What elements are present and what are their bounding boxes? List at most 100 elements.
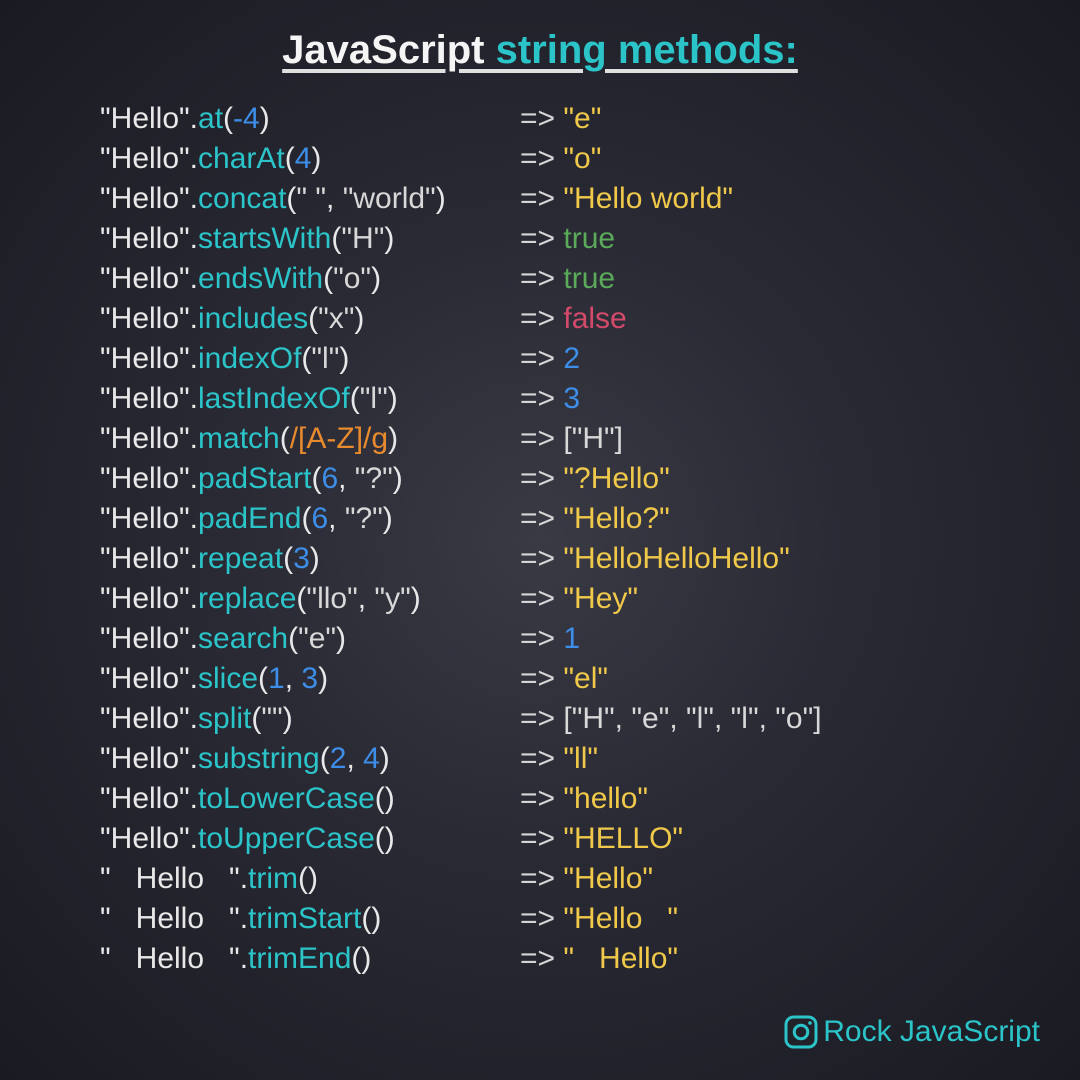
method-name: startsWith <box>198 222 331 255</box>
paren-close: ) <box>383 502 393 535</box>
comma: , <box>285 662 302 695</box>
arg: 3 <box>301 662 318 695</box>
method-name: padEnd <box>198 502 301 535</box>
dot: . <box>190 262 198 295</box>
dot: . <box>190 302 198 335</box>
paren-open: ( <box>283 542 293 575</box>
code-lhs: " Hello ".trimEnd() <box>100 939 520 979</box>
dot: . <box>190 782 198 815</box>
paren-open: ( <box>320 742 330 775</box>
arrow: => <box>520 899 563 939</box>
arg: 3 <box>293 542 310 575</box>
dot: . <box>190 502 198 535</box>
result: "Hello" <box>563 859 653 899</box>
code-row: "Hello".replace("llo", "y")=> "Hey" <box>100 579 1080 619</box>
base-string: "Hello" <box>100 382 190 415</box>
dot: . <box>190 102 198 135</box>
code-lhs: "Hello".startsWith("H") <box>100 219 520 259</box>
arrow: => <box>520 179 563 219</box>
code-row: " Hello ".trimEnd()=> " Hello" <box>100 939 1080 979</box>
arg: " " <box>296 182 326 215</box>
result: "e" <box>563 99 601 139</box>
base-string: "Hello" <box>100 742 190 775</box>
comma: , <box>326 182 343 215</box>
arrow: => <box>520 739 563 779</box>
base-string: "Hello" <box>100 142 190 175</box>
arrow: => <box>520 939 563 979</box>
arg: 1 <box>268 662 285 695</box>
code-row: "Hello".endsWith("o")=> true <box>100 259 1080 299</box>
method-name: split <box>198 702 251 735</box>
arrow: => <box>520 659 563 699</box>
footer-text: Rock JavaScript <box>823 1015 1040 1049</box>
paren-open: ( <box>311 462 321 495</box>
paren-close: ) <box>260 102 270 135</box>
dot: . <box>190 622 198 655</box>
paren-close: ) <box>371 902 381 935</box>
paren-close: ) <box>311 142 321 175</box>
code-lhs: "Hello".toLowerCase() <box>100 779 520 819</box>
arg: "y" <box>374 582 410 615</box>
paren-close: ) <box>385 822 395 855</box>
arrow: => <box>520 859 563 899</box>
code-lhs: "Hello".endsWith("o") <box>100 259 520 299</box>
method-name: charAt <box>198 142 285 175</box>
method-name: match <box>198 422 280 455</box>
code-row: "Hello".at(-4)=> "e" <box>100 99 1080 139</box>
paren-open: ( <box>351 942 361 975</box>
base-string: "Hello" <box>100 262 190 295</box>
paren-open: ( <box>350 382 360 415</box>
arg: 6 <box>311 502 328 535</box>
paren-close: ) <box>308 862 318 895</box>
base-string: "Hello" <box>100 702 190 735</box>
paren-open: ( <box>285 142 295 175</box>
arg: "" <box>261 702 282 735</box>
arrow: => <box>520 699 563 739</box>
result: "?Hello" <box>563 459 669 499</box>
paren-open: ( <box>286 182 296 215</box>
result: "Hello?" <box>563 499 669 539</box>
code-lhs: "Hello".lastIndexOf("l") <box>100 379 520 419</box>
result: 2 <box>563 339 580 379</box>
base-string: "Hello" <box>100 662 190 695</box>
arrow: => <box>520 259 563 299</box>
paren-close: ) <box>339 342 349 375</box>
method-name: endsWith <box>198 262 323 295</box>
code-row: "Hello".charAt(4)=> "o" <box>100 139 1080 179</box>
paren-open: ( <box>298 862 308 895</box>
base-string: "Hello" <box>100 342 190 375</box>
paren-open: ( <box>323 262 333 295</box>
base-string: "Hello" <box>100 102 190 135</box>
arrow: => <box>520 819 563 859</box>
code-rows: "Hello".at(-4)=> "e""Hello".charAt(4)=> … <box>0 73 1080 979</box>
paren-open: ( <box>258 662 268 695</box>
arrow: => <box>520 539 563 579</box>
code-lhs: "Hello".at(-4) <box>100 99 520 139</box>
code-row: "Hello".padStart(6, "?")=> "?Hello" <box>100 459 1080 499</box>
dot: . <box>190 702 198 735</box>
arrow: => <box>520 299 563 339</box>
comma: , <box>346 742 363 775</box>
arg: -4 <box>233 102 260 135</box>
code-lhs: "Hello".padStart(6, "?") <box>100 459 520 499</box>
base-string: "Hello" <box>100 582 190 615</box>
paren-close: ) <box>388 382 398 415</box>
dot: . <box>190 822 198 855</box>
comma: , <box>338 462 355 495</box>
code-lhs: "Hello".repeat(3) <box>100 539 520 579</box>
result: ["H", "e", "l", "l", "o"] <box>563 699 821 739</box>
dot: . <box>190 462 198 495</box>
code-lhs: "Hello".toUpperCase() <box>100 819 520 859</box>
paren-close: ) <box>388 422 398 455</box>
code-lhs: "Hello".padEnd(6, "?") <box>100 499 520 539</box>
method-name: trim <box>248 862 298 895</box>
arg: "x" <box>318 302 354 335</box>
method-name: indexOf <box>198 342 301 375</box>
result: "HelloHelloHello" <box>563 539 789 579</box>
dot: . <box>240 942 248 975</box>
dot: . <box>190 342 198 375</box>
dot: . <box>240 902 248 935</box>
method-name: toLowerCase <box>198 782 375 815</box>
code-row: "Hello".lastIndexOf("l")=> 3 <box>100 379 1080 419</box>
paren-open: ( <box>308 302 318 335</box>
